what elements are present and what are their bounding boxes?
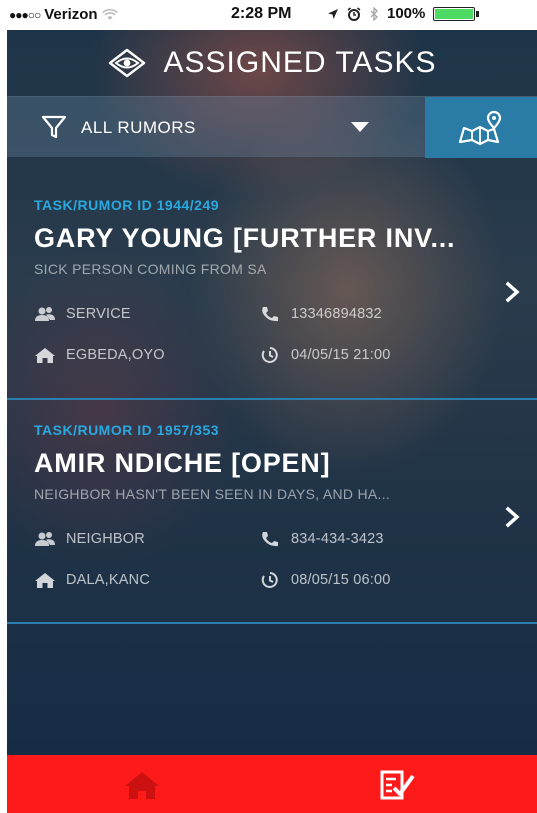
location-arrow-icon [328,8,338,19]
task-description: NEIGHBOR HASN'T BEEN SEEN IN DAYS, AND H… [34,486,391,502]
status-bar: ●●●○○ Verizon 2:28 PM 100% [7,0,537,30]
chevron-right-icon[interactable] [503,505,523,529]
funnel-icon [41,115,67,139]
task-card[interactable]: TASK/RUMOR ID 1957/353 AMIR NDICHE [OPEN… [7,400,537,625]
map-view-button[interactable] [425,97,537,158]
task-datetime: 04/05/15 21:00 [259,346,391,364]
tab-home[interactable] [112,765,172,805]
battery-percent: 100% [387,5,426,22]
people-icon [35,307,55,321]
task-type: NEIGHBOR [34,530,145,548]
phone-number: 13346894832 [291,306,382,322]
task-location: EGBEDA,OYO [34,346,165,364]
battery-icon [433,6,480,21]
task-checklist-icon [380,770,415,800]
task-phone[interactable]: 13346894832 [259,305,382,323]
home-icon [125,772,159,799]
phone-icon [262,307,278,322]
bottom-tab-bar [7,755,537,813]
carrier-info: ●●●○○ Verizon [9,6,118,23]
app-header: ASSIGNED TASKS [7,30,537,96]
card-divider [7,622,537,624]
task-type-label: SERVICE [66,306,131,322]
datetime-label: 04/05/15 21:00 [291,347,391,363]
task-description: SICK PERSON COMING FROM SA [34,261,267,277]
task-datetime: 08/05/15 06:00 [259,571,391,589]
task-id: TASK/RUMOR ID 1957/353 [34,422,220,438]
phone-icon [262,532,278,547]
task-title: GARY YOUNG [FURTHER INV... [34,223,456,253]
clock-icon [261,347,278,363]
map-pin-icon [458,110,502,145]
filter-selected-value: ALL RUMORS [81,118,196,137]
task-type-label: NEIGHBOR [66,531,145,547]
status-time: 2:28 PM [231,5,292,22]
task-type: SERVICE [34,305,131,323]
people-icon [35,532,55,546]
home-icon [35,573,55,588]
phone-screen: ●●●○○ Verizon 2:28 PM 100% ASSIGNED TASK… [7,0,537,813]
wifi-icon [101,8,118,20]
task-title: AMIR NDICHE [OPEN] [34,448,331,478]
bluetooth-icon [370,6,378,21]
datetime-label: 08/05/15 06:00 [291,572,391,588]
task-card[interactable]: TASK/RUMOR ID 1944/249 GARY YOUNG [FURTH… [7,175,537,400]
clock-icon [261,572,278,588]
task-location: DALA,KANC [34,571,150,589]
alarm-icon [347,6,361,21]
location-label: EGBEDA,OYO [66,347,165,363]
filter-bar: ALL RUMORS [7,96,537,158]
tab-tasks[interactable] [367,765,427,805]
eye-logo-icon [108,48,145,78]
location-label: DALA,KANC [66,572,150,588]
task-id: TASK/RUMOR ID 1944/249 [34,197,220,213]
home-icon [35,348,55,363]
task-phone[interactable]: 834-434-3423 [259,530,384,548]
signal-strength: ●●●○○ [9,7,41,22]
chevron-down-icon [351,122,369,132]
phone-number: 834-434-3423 [291,531,384,547]
carrier-name: Verizon [44,6,98,23]
status-indicators: 100% [327,5,480,22]
chevron-right-icon[interactable] [503,280,523,304]
page-title: ASSIGNED TASKS [163,46,437,79]
rumor-filter-dropdown[interactable]: ALL RUMORS [7,97,425,158]
